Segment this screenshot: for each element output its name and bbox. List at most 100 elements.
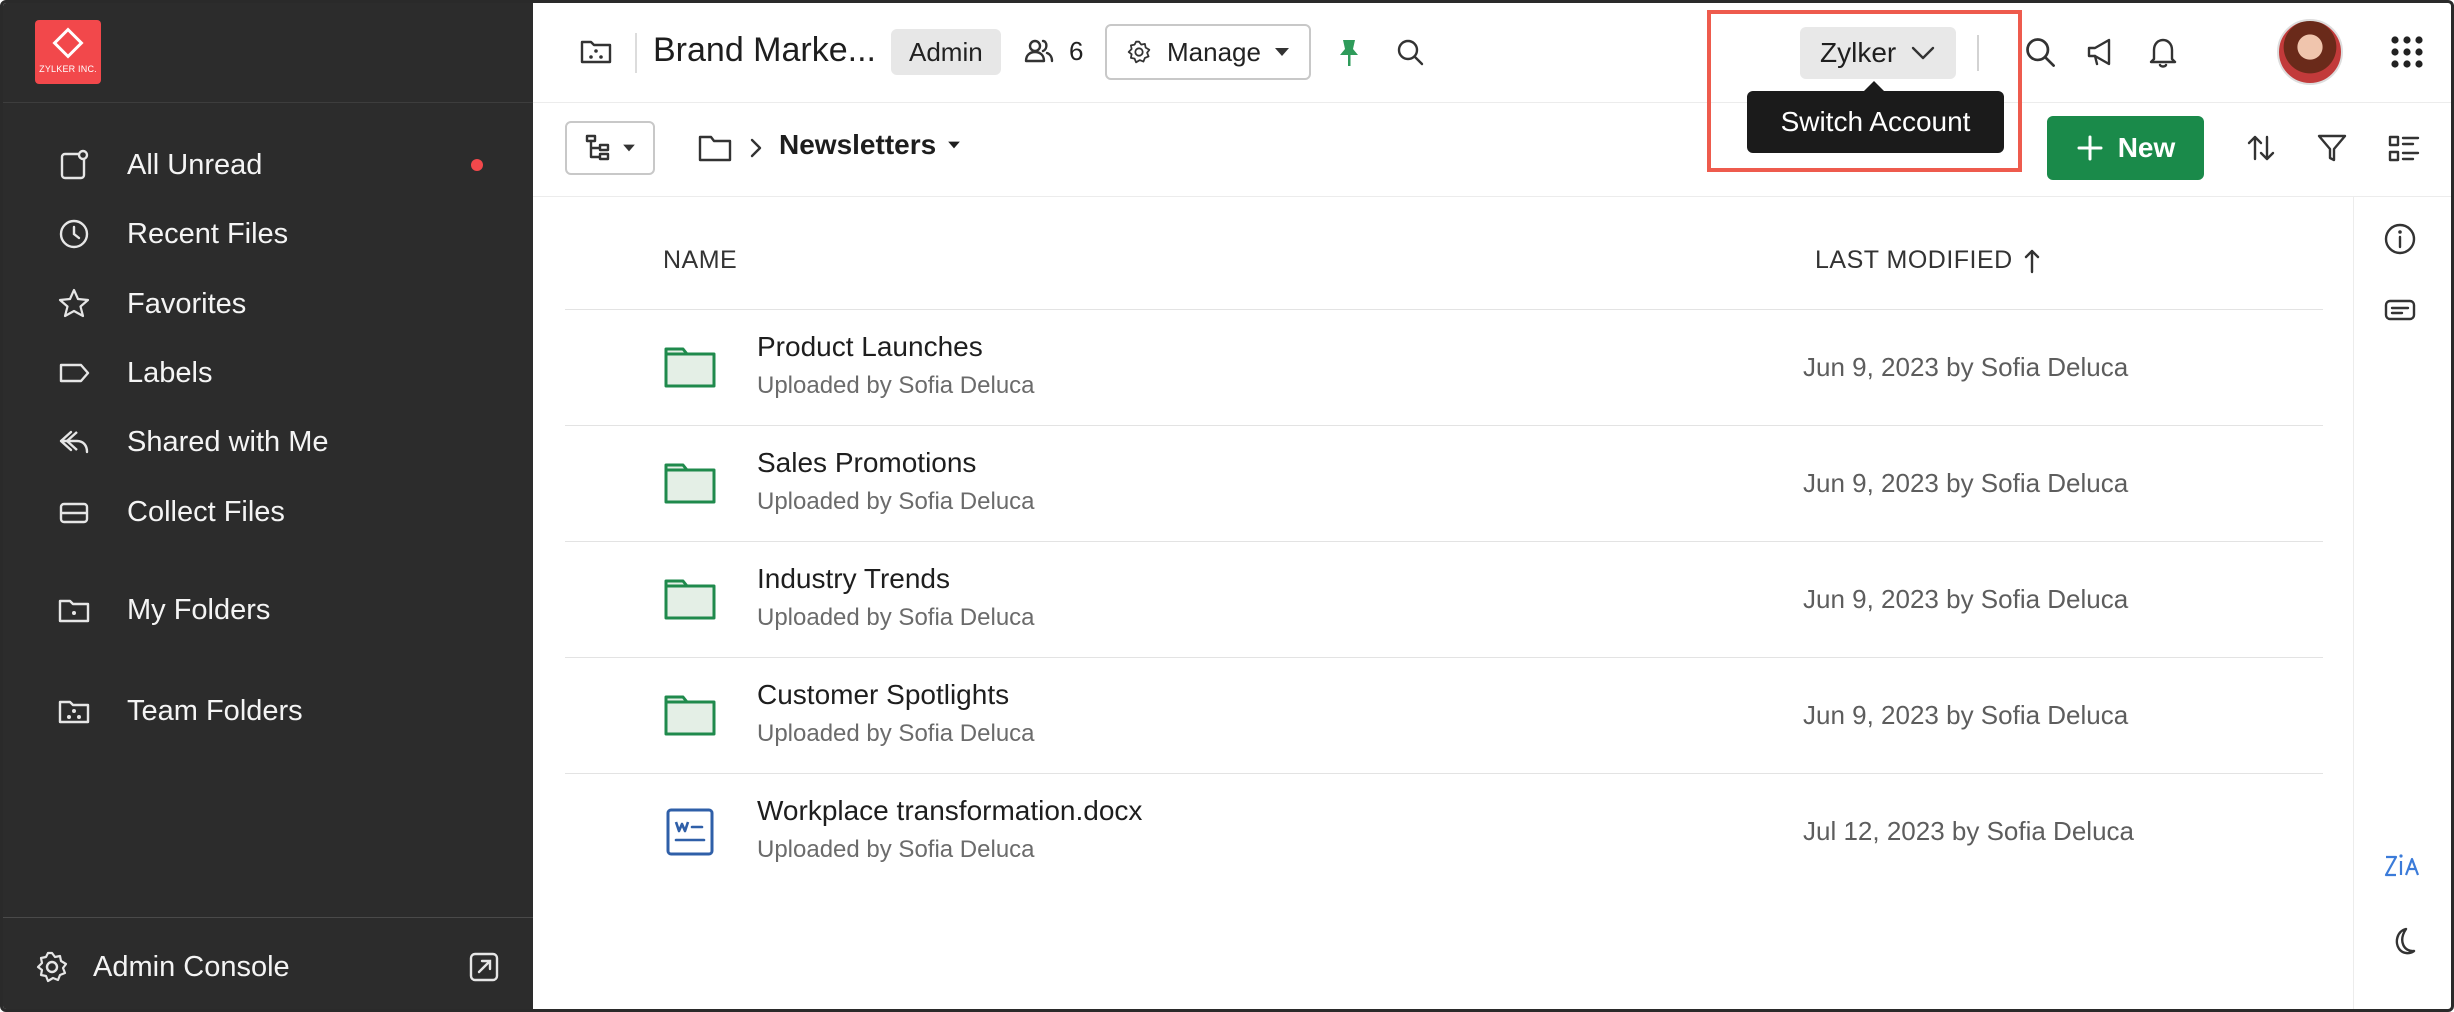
table-row[interactable]: Product Launches Uploaded by Sofia Deluc… bbox=[565, 310, 2323, 426]
top-header: Brand Marke... Admin 6 Manage Zylker Swi… bbox=[533, 3, 2451, 172]
users-icon bbox=[1024, 39, 1054, 63]
folder-icon bbox=[58, 599, 90, 623]
column-header-label: LAST MODIFIED bbox=[1815, 246, 2013, 274]
bell-icon bbox=[2149, 38, 2177, 68]
file-modified: Jun 9, 2023 by Sofia Deluca bbox=[1803, 700, 2129, 730]
pin-button[interactable] bbox=[1335, 37, 1363, 69]
role-badge: Admin bbox=[891, 29, 1001, 75]
file-name[interactable]: Sales Promotions bbox=[757, 447, 976, 479]
search-icon bbox=[2026, 38, 2055, 67]
moon-icon bbox=[2395, 927, 2416, 955]
file-modified: Jun 9, 2023 by Sofia Deluca bbox=[1803, 468, 2129, 498]
file-name[interactable]: Workplace transformation.docx bbox=[757, 795, 1142, 827]
breadcrumb-separator-icon bbox=[749, 137, 763, 164]
file-name[interactable]: Industry Trends bbox=[757, 563, 950, 595]
file-name[interactable]: Product Launches bbox=[757, 331, 983, 363]
list-header: NAME LAST MODIFIED bbox=[565, 197, 2323, 310]
table-row[interactable]: Workplace transformation.docx Uploaded b… bbox=[565, 774, 2323, 890]
breadcrumb-folder-icon[interactable] bbox=[696, 131, 734, 170]
new-button[interactable]: New bbox=[2047, 116, 2204, 180]
layout-toggle-button[interactable] bbox=[2387, 133, 2421, 170]
members-button[interactable]: 6 bbox=[1023, 35, 1083, 67]
sidebar-item-favorites[interactable]: Favorites bbox=[55, 279, 495, 329]
tree-view-toggle[interactable] bbox=[565, 121, 655, 175]
table-row[interactable]: Sales Promotions Uploaded by Sofia Deluc… bbox=[565, 426, 2323, 542]
right-rail bbox=[2353, 197, 2451, 1009]
apps-launcher[interactable] bbox=[2389, 34, 2425, 70]
sort-icon bbox=[2247, 135, 2275, 161]
sidebar-item-shared-with-me[interactable]: Shared with Me bbox=[55, 417, 495, 467]
sidebar-item-collect-files[interactable]: Collect Files bbox=[55, 487, 495, 537]
folder-toolbar: Newsletters New bbox=[533, 103, 2451, 197]
sidebar-item-team-folders[interactable]: Team Folders bbox=[55, 686, 495, 736]
file-modified: Jun 9, 2023 by Sofia Deluca bbox=[1803, 584, 2129, 614]
sidebar-footer: Admin Console bbox=[3, 917, 533, 1009]
app-window: ZYLKER INC. All Unread Recent Files Favo… bbox=[0, 0, 2454, 1012]
logo-diamond-icon bbox=[52, 27, 84, 59]
sidebar-item-my-folders[interactable]: My Folders bbox=[55, 585, 495, 635]
external-link-icon[interactable] bbox=[465, 948, 503, 986]
file-uploader: Uploaded by Sofia Deluca bbox=[757, 720, 1035, 747]
dark-mode-toggle[interactable] bbox=[2382, 923, 2418, 964]
file-uploader: Uploaded by Sofia Deluca bbox=[757, 836, 1035, 863]
sidebar-item-labels[interactable]: Labels bbox=[55, 348, 495, 398]
filter-button[interactable] bbox=[2315, 131, 2349, 170]
folder-search-button[interactable] bbox=[1395, 37, 1425, 67]
sidebar-item-label: Recent Files bbox=[127, 217, 289, 250]
comment-icon bbox=[2384, 299, 2416, 321]
file-uploader: Uploaded by Sofia Deluca bbox=[757, 488, 1035, 515]
file-uploader: Uploaded by Sofia Deluca bbox=[757, 372, 1035, 399]
caret-down-icon bbox=[1275, 48, 1289, 56]
sidebar-item-label: All Unread bbox=[127, 148, 263, 181]
notifications-button[interactable] bbox=[2145, 34, 2181, 70]
sidebar-item-recent-files[interactable]: Recent Files bbox=[55, 209, 495, 259]
admin-console-link[interactable]: Admin Console bbox=[33, 942, 503, 992]
global-search-button[interactable] bbox=[2023, 35, 2057, 69]
folder-icon bbox=[664, 579, 716, 620]
sidebar-item-all-unread[interactable]: All Unread bbox=[55, 140, 495, 190]
share-icon bbox=[59, 430, 89, 454]
label-icon bbox=[59, 363, 90, 383]
gear-icon bbox=[36, 951, 68, 983]
column-header-last-modified[interactable]: LAST MODIFIED bbox=[1815, 246, 2041, 275]
sidebar-item-label: Shared with Me bbox=[127, 425, 329, 458]
gear-icon bbox=[1127, 40, 1151, 64]
megaphone-icon bbox=[2087, 38, 2111, 66]
company-logo[interactable]: ZYLKER INC. bbox=[35, 20, 101, 84]
admin-console-label: Admin Console bbox=[93, 950, 290, 983]
info-icon bbox=[2384, 223, 2416, 255]
tree-icon bbox=[585, 134, 610, 161]
brand-area: ZYLKER INC. bbox=[3, 3, 533, 103]
caret-down-icon bbox=[623, 144, 635, 152]
info-button[interactable] bbox=[2382, 221, 2418, 262]
breadcrumb-current[interactable]: Newsletters bbox=[779, 129, 962, 161]
pin-icon bbox=[1340, 40, 1358, 66]
divider bbox=[635, 33, 637, 73]
plus-icon bbox=[2077, 135, 2103, 161]
zia-assistant-button[interactable] bbox=[2382, 849, 2424, 888]
unread-icon bbox=[60, 149, 89, 180]
avatar[interactable] bbox=[2277, 19, 2343, 85]
unread-dot bbox=[471, 159, 483, 171]
filter-icon bbox=[2317, 134, 2347, 162]
table-row[interactable]: Industry Trends Uploaded by Sofia Deluca… bbox=[565, 542, 2323, 658]
announcements-button[interactable] bbox=[2083, 34, 2119, 70]
manage-dropdown[interactable]: Manage bbox=[1105, 24, 1311, 80]
workspace-title[interactable]: Brand Marke... bbox=[653, 31, 876, 70]
list-view-icon bbox=[2388, 135, 2420, 162]
member-count: 6 bbox=[1069, 35, 1084, 66]
workspace-icon[interactable] bbox=[578, 33, 614, 69]
file-name[interactable]: Customer Spotlights bbox=[757, 679, 1009, 711]
logo-text: ZYLKER INC. bbox=[39, 64, 97, 74]
comments-button[interactable] bbox=[2382, 293, 2418, 334]
sort-button[interactable] bbox=[2244, 131, 2278, 170]
team-folder-icon bbox=[580, 40, 612, 64]
sidebar-item-label: My Folders bbox=[127, 593, 271, 626]
table-row[interactable]: Customer Spotlights Uploaded by Sofia De… bbox=[565, 658, 2323, 774]
sidebar-item-label: Favorites bbox=[127, 287, 247, 320]
folder-icon bbox=[698, 135, 732, 162]
column-header-name[interactable]: NAME bbox=[663, 246, 737, 275]
folder-icon bbox=[664, 463, 716, 504]
docx-file-icon bbox=[666, 808, 714, 856]
clock-icon bbox=[59, 219, 89, 249]
